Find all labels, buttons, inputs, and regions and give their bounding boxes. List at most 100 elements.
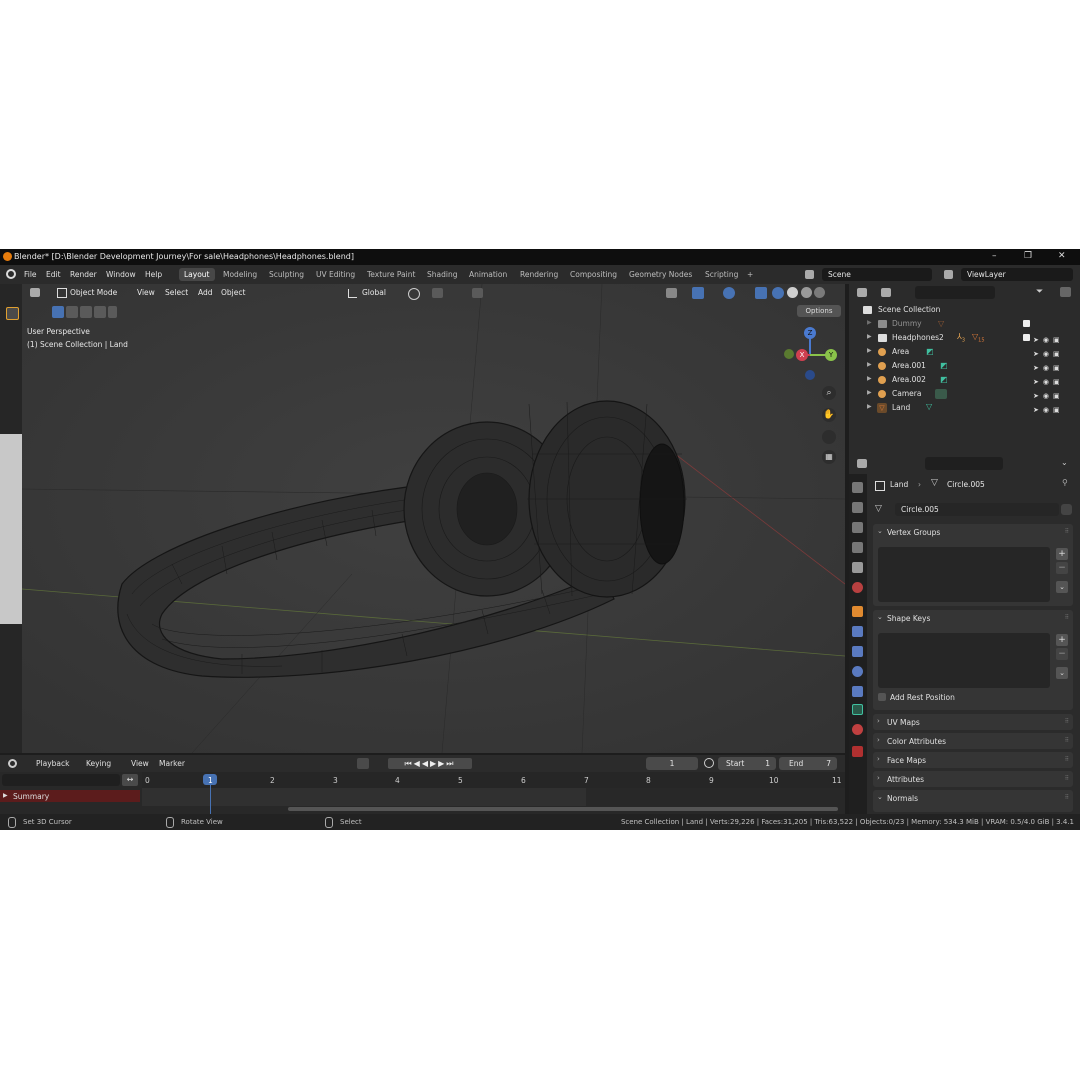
camera-view-icon[interactable] — [822, 430, 836, 444]
summary-channel[interactable]: ▶ Summary — [0, 790, 140, 802]
panel-expand-icon[interactable]: › — [877, 736, 880, 744]
render-tab-icon[interactable] — [852, 502, 863, 513]
current-frame-field[interactable]: 1 — [646, 757, 698, 770]
menu-render[interactable]: Render — [70, 270, 97, 279]
tab-scripting[interactable]: Scripting — [700, 268, 743, 281]
solid-shading-icon[interactable] — [787, 287, 798, 298]
drag-grip-icon[interactable]: ⠿ — [1065, 614, 1069, 621]
tab-shading[interactable]: Shading — [422, 268, 462, 281]
view-layer-selector[interactable]: ViewLayer — [961, 268, 1073, 281]
stopwatch-icon[interactable] — [704, 758, 714, 768]
mesh-name-field[interactable]: Circle.005 — [895, 503, 1059, 516]
add-vertex-group-button[interactable]: + — [1056, 548, 1068, 560]
options-button[interactable]: Options — [797, 305, 841, 317]
face-maps-panel[interactable]: › Face Maps ⠿ — [873, 752, 1073, 768]
object-tab-icon[interactable] — [852, 606, 863, 617]
color-attributes-header[interactable]: Color Attributes — [887, 737, 946, 746]
properties-editor-icon[interactable] — [857, 459, 867, 468]
uv-maps-panel[interactable]: › UV Maps ⠿ — [873, 714, 1073, 730]
select-invert-icon[interactable] — [94, 306, 106, 318]
playback-controls[interactable]: ⏮◀◀▶▶⏭ — [388, 758, 472, 769]
selectable-toggles[interactable]: ➤◉▣ ➤◉▣ ➤◉▣ ➤◉▣ ➤◉▣ ➤◉▣ — [1033, 333, 1073, 417]
new-collection-icon[interactable] — [1060, 287, 1071, 297]
panel-collapse-icon[interactable]: ⌄ — [877, 613, 883, 621]
remove-vertex-group-button[interactable]: − — [1056, 562, 1068, 574]
overlay-toggle-icon[interactable] — [723, 287, 735, 299]
view-layer-tab-icon[interactable] — [852, 542, 863, 553]
timeline-menu-view[interactable]: View — [131, 759, 149, 768]
timeline-area[interactable]: ↔ ▶ Summary 0 1 2 3 4 5 6 7 8 9 10 11 — [0, 772, 845, 814]
vertex-group-specials-button[interactable]: ⌄ — [1056, 581, 1068, 593]
panel-collapse-icon[interactable]: ⌄ — [877, 793, 883, 801]
menu-help[interactable]: Help — [145, 270, 162, 279]
menu-edit[interactable]: Edit — [46, 270, 61, 279]
panel-expand-icon[interactable]: › — [877, 717, 880, 725]
tab-geometry-nodes[interactable]: Geometry Nodes — [624, 268, 697, 281]
record-icon[interactable] — [357, 758, 369, 769]
shape-key-specials-button[interactable]: ⌄ — [1056, 667, 1068, 679]
material-shading-icon[interactable] — [801, 287, 812, 298]
filter-icon[interactable]: ⏷ — [1036, 287, 1043, 297]
exclude-checkbox[interactable] — [1023, 334, 1030, 341]
expand-arrow-icon[interactable]: ▶ — [867, 333, 872, 340]
drag-grip-icon[interactable]: ⠿ — [1065, 756, 1069, 763]
wireframe-shading-icon[interactable] — [772, 287, 784, 299]
vertex-groups-list[interactable] — [878, 547, 1050, 602]
color-attributes-panel[interactable]: › Color Attributes ⠿ — [873, 733, 1073, 749]
face-maps-header[interactable]: Face Maps — [887, 756, 926, 765]
expand-arrow-icon[interactable]: ▶ — [867, 403, 872, 410]
drag-grip-icon[interactable]: ⠿ — [1065, 794, 1069, 801]
outliner-editor-icon[interactable] — [857, 288, 867, 297]
fake-user-icon[interactable] — [1061, 504, 1072, 515]
select-new-icon[interactable] — [52, 306, 64, 318]
tab-modeling[interactable]: Modeling — [218, 268, 262, 281]
tab-texture-paint[interactable]: Texture Paint — [362, 268, 420, 281]
expand-arrow-icon[interactable]: ▶ — [867, 361, 872, 368]
tool-tab-icon[interactable] — [852, 482, 863, 493]
editor-type-icon[interactable] — [30, 288, 40, 297]
tab-rendering[interactable]: Rendering — [515, 268, 563, 281]
blender-menu-icon[interactable] — [6, 269, 16, 279]
display-mode-icon[interactable] — [881, 288, 891, 297]
transform-orientation-dropdown[interactable]: Global — [362, 288, 386, 297]
mesh-datablock-icon[interactable]: ▽ — [875, 504, 882, 514]
object-mode-dropdown[interactable]: Object Mode — [70, 288, 117, 297]
tab-compositing[interactable]: Compositing — [565, 268, 622, 281]
normals-header[interactable]: Normals — [887, 794, 918, 803]
timeline-menu-playback[interactable]: Playback — [36, 759, 69, 768]
mesh-data-tab-icon[interactable] — [852, 704, 863, 715]
uv-maps-header[interactable]: UV Maps — [887, 718, 920, 727]
expand-arrow-icon[interactable]: ▶ — [867, 389, 872, 396]
world-tab-icon[interactable] — [852, 582, 863, 593]
timeline-sync-icon[interactable]: ↔ — [122, 774, 138, 786]
summary-expand-icon[interactable]: ▶ — [3, 792, 8, 799]
select-intersect-icon[interactable] — [108, 306, 117, 318]
pan-hand-icon[interactable]: ✋ — [822, 408, 836, 422]
physics-tab-icon[interactable] — [852, 666, 863, 677]
scene-tab-icon[interactable] — [852, 562, 863, 573]
select-subtract-icon[interactable] — [80, 306, 92, 318]
timeline-editor-icon[interactable] — [8, 759, 17, 768]
gizmo-y-axis[interactable]: Y — [825, 349, 837, 361]
output-tab-icon[interactable] — [852, 522, 863, 533]
drag-grip-icon[interactable]: ⠿ — [1065, 528, 1069, 535]
panel-collapse-icon[interactable]: ⌄ — [877, 527, 883, 535]
attributes-header[interactable]: Attributes — [887, 775, 924, 784]
panel-expand-icon[interactable]: › — [877, 774, 880, 782]
viewport-menu-add[interactable]: Add — [198, 288, 213, 297]
drag-grip-icon[interactable]: ⠿ — [1065, 775, 1069, 782]
end-frame-field[interactable]: End 7 — [779, 757, 837, 770]
vertex-groups-header[interactable]: Vertex Groups — [887, 528, 940, 537]
outliner-root[interactable]: Scene Collection — [849, 303, 1080, 317]
modifier-tab-icon[interactable] — [852, 626, 863, 637]
panel-expand-icon[interactable]: › — [877, 755, 880, 763]
properties-options-icon[interactable]: ⌄ — [1061, 458, 1068, 467]
pin-icon[interactable]: ⚲ — [1062, 478, 1068, 487]
add-shape-key-button[interactable]: + — [1056, 634, 1068, 646]
menu-file[interactable]: File — [24, 270, 37, 279]
viewport-menu-view[interactable]: View — [137, 288, 155, 297]
shape-keys-list[interactable] — [878, 633, 1050, 688]
add-rest-position-checkbox[interactable] — [878, 693, 886, 701]
minimize-button[interactable]: – — [992, 251, 997, 261]
gizmo-z-axis[interactable]: Z — [804, 327, 816, 339]
